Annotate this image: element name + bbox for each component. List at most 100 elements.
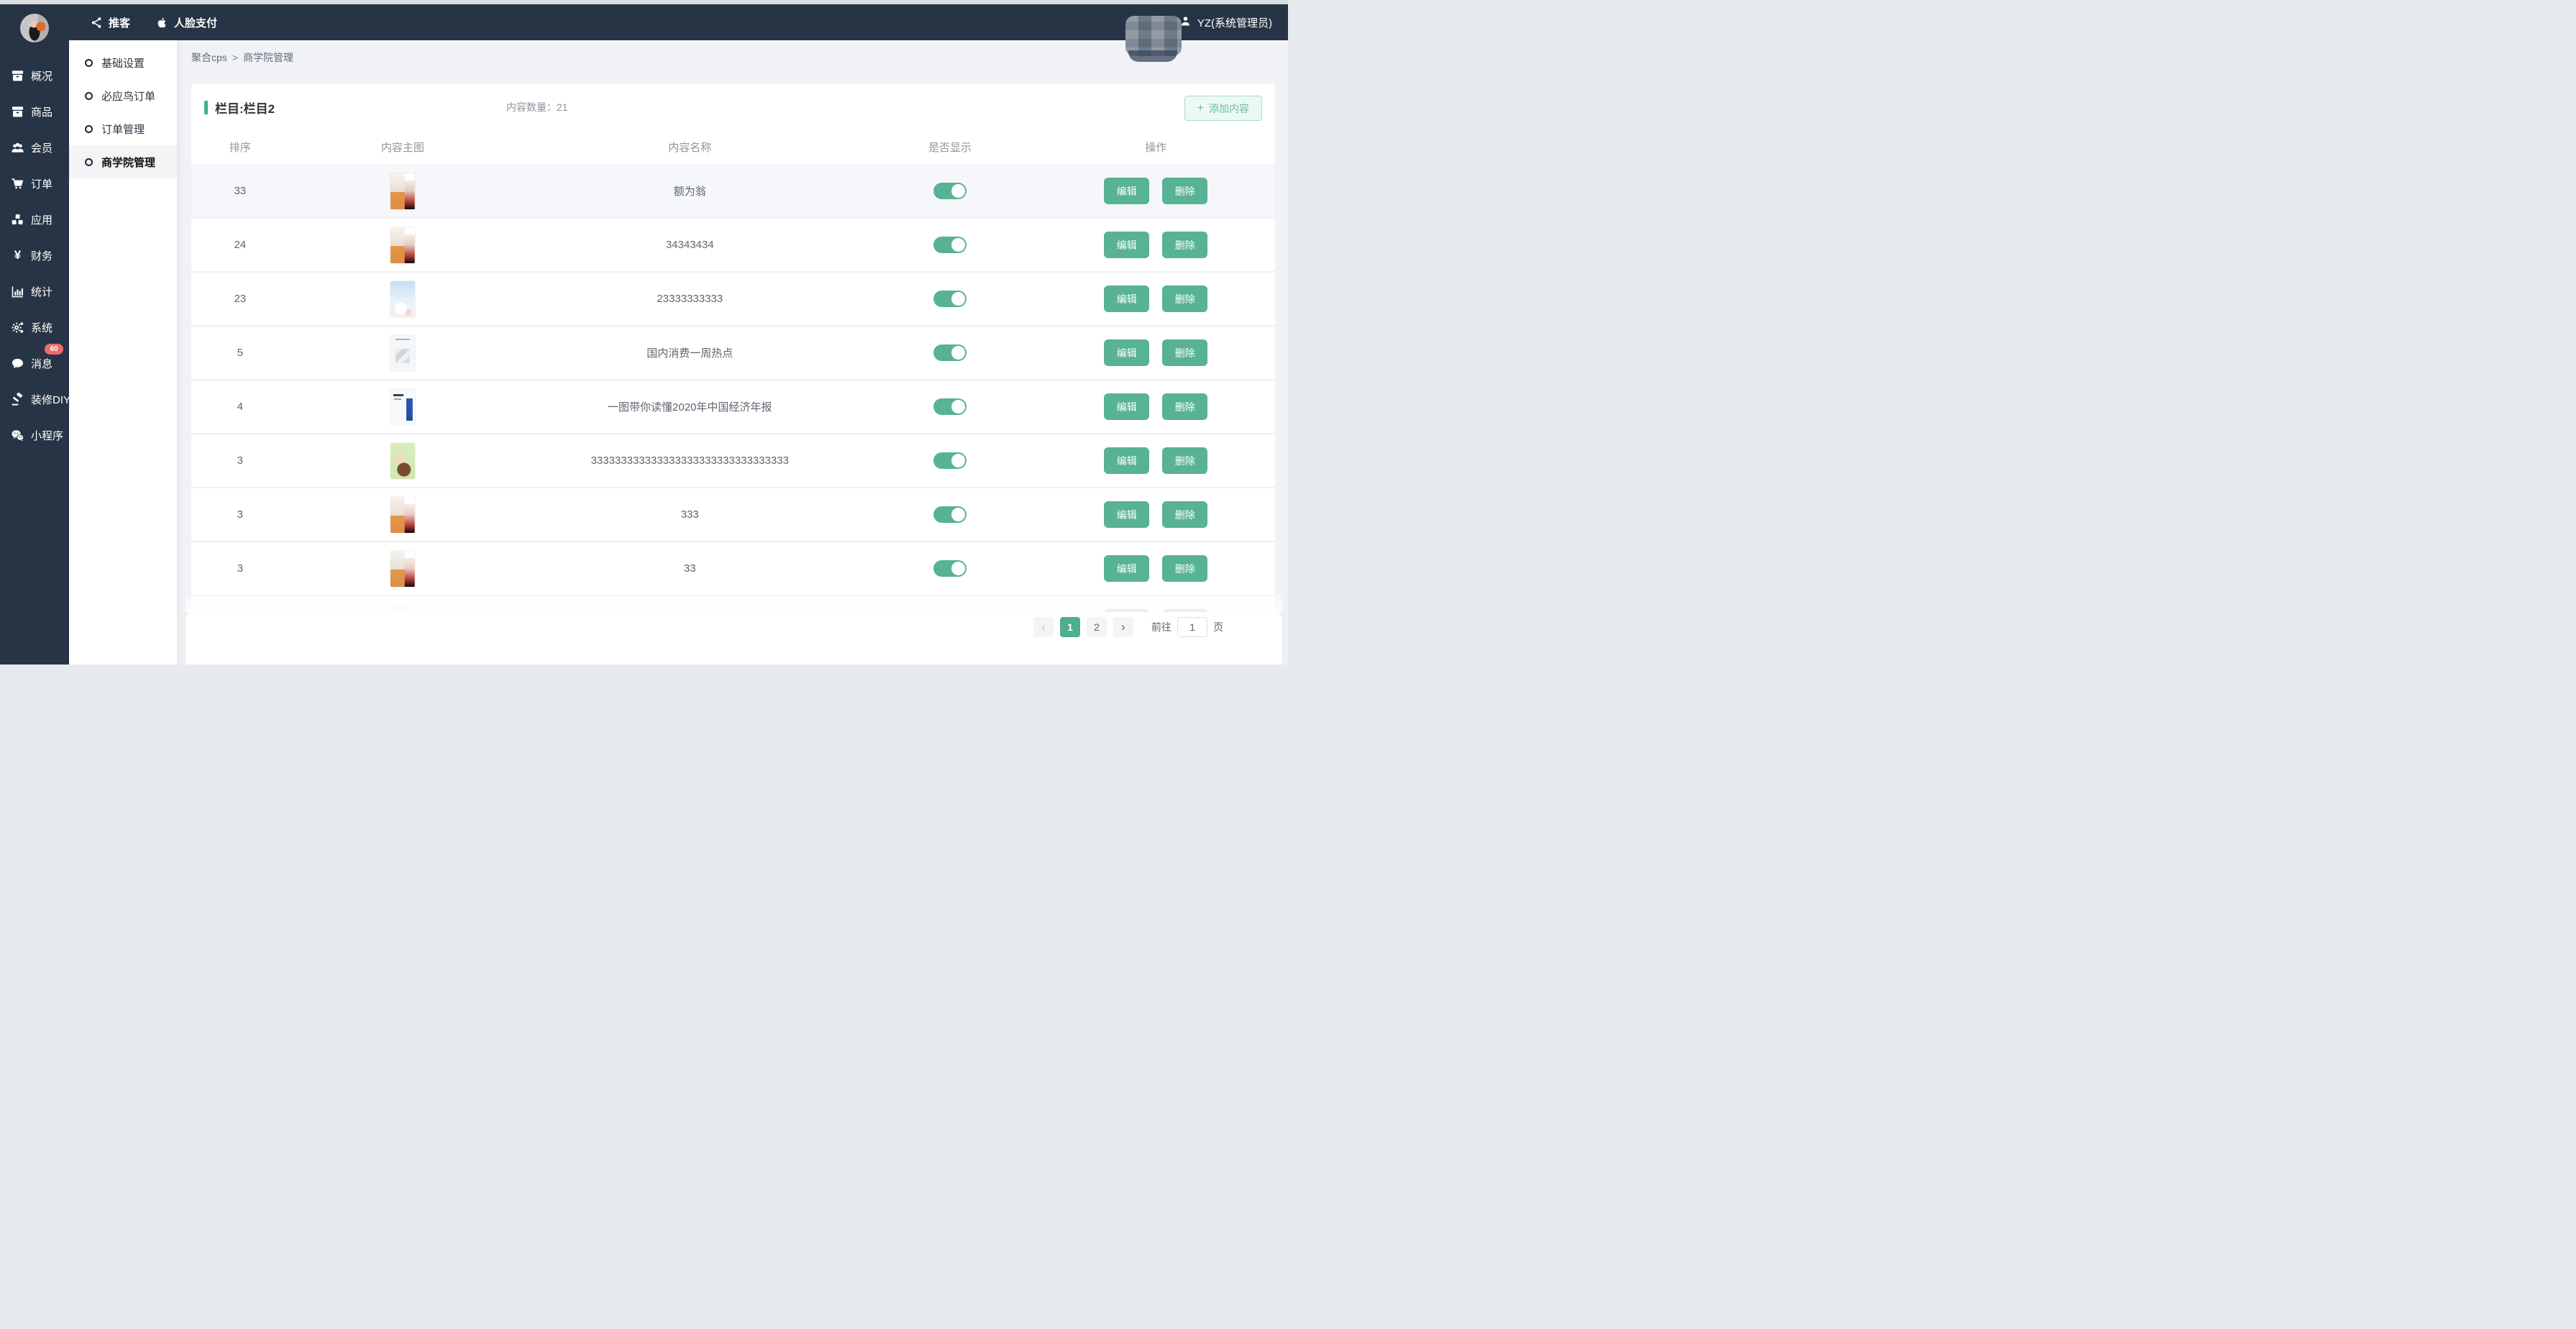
submenu-item-2[interactable]: 订单管理 [69, 112, 177, 145]
main-area: 聚合cps > 商学院管理 栏目:栏目2 内容数量：21 + 添加内容 排序内容… [177, 40, 1288, 664]
column-title: 栏目:栏目2 [215, 99, 275, 117]
name-cell: 23333333333 [516, 293, 863, 305]
topbar-item-1[interactable]: 人脸支付 [156, 15, 217, 30]
sidebar-item-label: 会员 [31, 140, 52, 155]
table-row: 33 额为翁 编辑 删除 [191, 165, 1275, 219]
submenu-item-0[interactable]: 基础设置 [69, 46, 177, 79]
delete-button[interactable]: 删除 [1162, 447, 1207, 474]
circle-o-icon [85, 59, 93, 67]
name-cell: 34343434 [516, 239, 863, 251]
content-count: 内容数量：21 [506, 100, 568, 114]
content-thumbnail [390, 497, 415, 533]
avatar[interactable] [20, 14, 49, 42]
toggle-knob [951, 346, 965, 360]
visibility-toggle[interactable] [933, 506, 967, 523]
sidebar-item-10[interactable]: 小程序 [0, 417, 69, 453]
content-card: 栏目:栏目2 内容数量：21 + 添加内容 排序内容主图内容名称是否显示操作 3… [191, 84, 1275, 664]
pagination-next-button[interactable]: › [1113, 617, 1133, 637]
toggle-knob [951, 508, 965, 521]
table-row: 24 34343434 编辑 删除 [191, 219, 1275, 273]
content-thumbnail [390, 227, 415, 263]
visibility-cell [863, 344, 1036, 361]
pagination-page-1[interactable]: 1 [1060, 617, 1080, 637]
edit-button[interactable]: 编辑 [1104, 286, 1149, 312]
message-badge: 60 [45, 344, 63, 355]
thumbnail-cell [289, 227, 516, 263]
circle-o-icon [85, 125, 93, 133]
user-menu[interactable]: YZ(系统管理员) [1179, 15, 1272, 30]
table-header-cell: 内容主图 [289, 140, 516, 155]
table-body: 33 额为翁 编辑 删除 24 34343434 编辑 删除 23 233333… [191, 165, 1275, 613]
pagination-goto: 前往 页 [1151, 617, 1223, 637]
actions-cell: 编辑 删除 [1036, 178, 1275, 204]
visibility-cell [863, 291, 1036, 307]
delete-button[interactable]: 删除 [1162, 339, 1207, 366]
visibility-cell [863, 506, 1036, 523]
sidebar-item-label: 系统 [31, 320, 52, 335]
pagination-pages: 12 [1060, 617, 1107, 637]
visibility-toggle[interactable] [933, 452, 967, 469]
visibility-toggle[interactable] [933, 560, 967, 577]
sidebar-item-1[interactable]: 商品 [0, 93, 69, 129]
edit-button[interactable]: 编辑 [1104, 232, 1149, 258]
sidebar-item-5[interactable]: ¥ 财务 [0, 237, 69, 273]
edit-button[interactable]: 编辑 [1104, 555, 1149, 582]
sidebar-item-label: 财务 [31, 248, 52, 263]
visibility-toggle[interactable] [933, 237, 967, 253]
sidebar-item-7[interactable]: 系统 [0, 309, 69, 345]
visibility-toggle[interactable] [933, 398, 967, 415]
delete-button[interactable]: 删除 [1162, 232, 1207, 258]
topbar-item-0[interactable]: 推客 [91, 15, 130, 30]
thumbnail-cell [289, 173, 516, 209]
topbar-menu: 推客 人脸支付 [91, 15, 217, 30]
sidebar-item-label: 小程序 [31, 428, 63, 443]
delete-button[interactable]: 删除 [1162, 286, 1207, 312]
visibility-toggle[interactable] [933, 291, 967, 307]
sort-cell: 3 [191, 562, 289, 575]
edit-button[interactable]: 编辑 [1104, 447, 1149, 474]
submenu-item-3[interactable]: 商学院管理 [69, 145, 177, 178]
plus-icon: + [1197, 103, 1204, 114]
edit-button[interactable]: 编辑 [1104, 339, 1149, 366]
thumbnail-cell [289, 389, 516, 425]
edit-button[interactable]: 编辑 [1104, 393, 1149, 420]
pagination-prev-button[interactable]: ‹ [1033, 617, 1054, 637]
toggle-knob [951, 562, 965, 575]
delete-button[interactable]: 删除 [1162, 178, 1207, 204]
edit-button[interactable]: 编辑 [1104, 501, 1149, 528]
actions-cell: 编辑 删除 [1036, 286, 1275, 312]
add-content-button[interactable]: + 添加内容 [1184, 96, 1262, 121]
sidebar-item-8[interactable]: 消息60 [0, 345, 69, 381]
content-thumbnail [390, 389, 415, 425]
sidebar-item-2[interactable]: 会员 [0, 129, 69, 165]
sidebar-item-label: 消息 [31, 356, 52, 371]
sidebar-item-3[interactable]: 订单 [0, 165, 69, 201]
add-content-label: 添加内容 [1209, 101, 1249, 116]
box-icon [11, 69, 24, 83]
sidebar-item-9[interactable]: 装修DIY [0, 381, 69, 417]
sort-cell: 5 [191, 347, 289, 359]
table-row: 3 33 编辑 删除 [191, 542, 1275, 596]
visibility-toggle[interactable] [933, 183, 967, 199]
sidebar-item-label: 应用 [31, 212, 52, 227]
visibility-toggle[interactable] [933, 344, 967, 361]
pagination-page-2[interactable]: 2 [1087, 617, 1107, 637]
sidebar-item-label: 统计 [31, 284, 52, 299]
breadcrumb-item-root[interactable]: 聚合cps [191, 50, 227, 65]
goto-page-input[interactable] [1177, 617, 1207, 637]
sidebar-item-4[interactable]: 应用 [0, 201, 69, 237]
sub-sidebar: 基础设置 必应鸟订单 订单管理 商学院管理 [69, 40, 177, 664]
actions-cell: 编辑 删除 [1036, 501, 1275, 528]
toggle-knob [951, 292, 965, 306]
delete-button[interactable]: 删除 [1162, 555, 1207, 582]
delete-button[interactable]: 删除 [1162, 501, 1207, 528]
sidebar-item-6[interactable]: 统计 [0, 273, 69, 309]
submenu-item-1[interactable]: 必应鸟订单 [69, 79, 177, 112]
table-header-cell: 排序 [191, 140, 289, 155]
edit-button[interactable]: 编辑 [1104, 178, 1149, 204]
delete-button[interactable]: 删除 [1162, 393, 1207, 420]
content-thumbnail [390, 443, 415, 479]
topbar: 推客 人脸支付 YZ(系统管理员) [0, 4, 1288, 40]
sidebar-item-0[interactable]: 概况 [0, 58, 69, 93]
main-sidebar: 概况 商品 会员 订单 应用 ¥ 财务 统计 系统 消息60 装修DIY 小程序 [0, 4, 69, 664]
